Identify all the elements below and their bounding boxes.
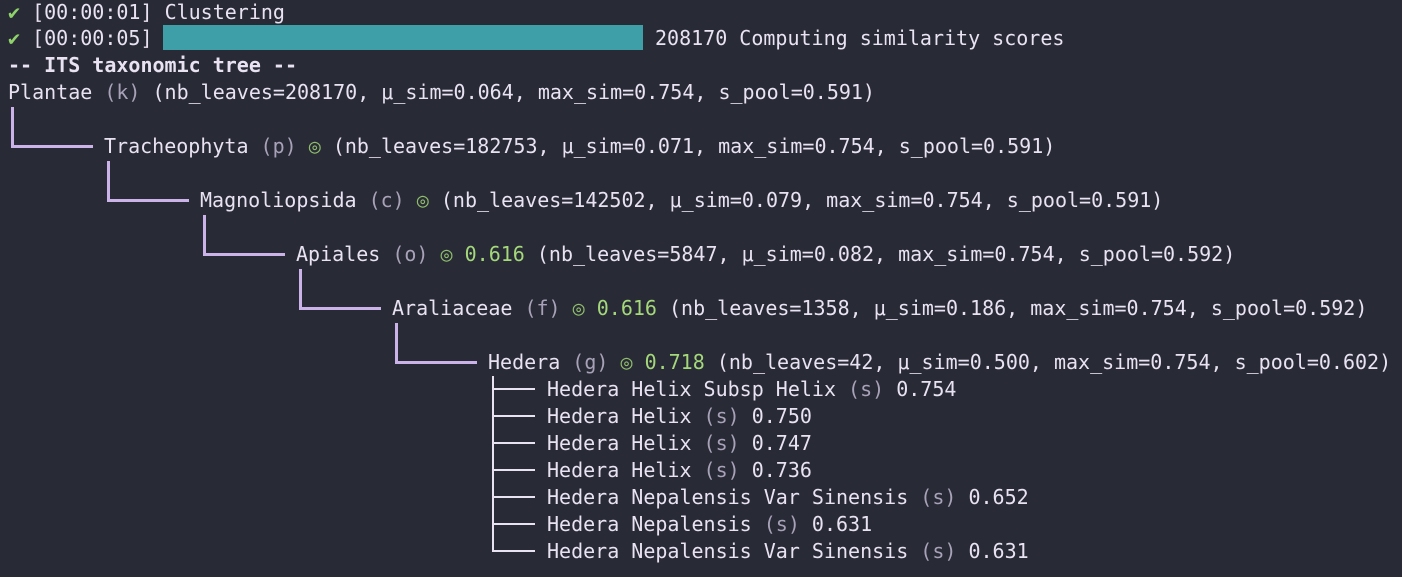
node-rank: (o) [392, 242, 429, 266]
leaf-item: Hedera Nepalensis (s) 0.631 [547, 512, 872, 536]
node-name: Apiales [296, 242, 381, 266]
node-name: Tracheophyta [104, 134, 249, 158]
tree-node: Apiales (o) ◎ 0.616 (nb_leaves=5847, μ_s… [296, 242, 1235, 266]
leaf-rank: (s) [703, 431, 740, 455]
leaf-score: 0.652 [968, 485, 1029, 509]
check-icon: ✔ [8, 26, 21, 50]
log-line: ✔ [00:00:05] [8, 26, 153, 50]
leaf-name: Hedera Nepalensis [547, 512, 752, 536]
progress-bar [163, 25, 643, 50]
node-rank: (c) [368, 188, 405, 212]
node-rank: (p) [260, 134, 297, 158]
leaf-branch [492, 469, 535, 471]
tree-node: Araliaceae (f) ◎ 0.616 (nb_leaves=1358, … [392, 296, 1367, 320]
leaf-branch [492, 496, 535, 498]
tree-connector [203, 215, 285, 256]
target-icon: ◎ [416, 188, 429, 212]
progress-bar-fill [163, 25, 643, 50]
tree-connector [299, 269, 381, 310]
tree-title: -- ITS taxonomic tree -- [8, 53, 297, 77]
leaf-rank: (s) [920, 539, 957, 563]
terminal: ✔ [00:00:01] Clustering ✔ [00:00:05] 208… [0, 0, 1402, 577]
leaf-branch [492, 523, 535, 525]
node-name: Plantae [8, 80, 93, 104]
leaf-score: 0.747 [751, 431, 812, 455]
leaf-score: 0.750 [751, 404, 812, 428]
target-icon: ◎ [572, 296, 585, 320]
node-stats: (nb_leaves=1358, μ_sim=0.186, max_sim=0.… [669, 296, 1368, 320]
leaf-name: Hedera Nepalensis Var Sinensis [547, 539, 909, 563]
tree-node: Plantae (k) (nb_leaves=208170, μ_sim=0.0… [8, 80, 875, 104]
leaf-score: 0.754 [896, 377, 957, 401]
log-line-suffix: 208170 Computing similarity scores [655, 26, 1064, 50]
node-rank: (k) [104, 80, 141, 104]
leaf-item: Hedera Helix (s) 0.747 [547, 431, 812, 455]
leaf-name: Hedera Helix [547, 404, 692, 428]
node-stats: (nb_leaves=42, μ_sim=0.500, max_sim=0.75… [716, 350, 1392, 374]
leaf-item: Hedera Helix Subsp Helix (s) 0.754 [547, 377, 956, 401]
leaf-branch [492, 388, 535, 390]
check-icon: ✔ [8, 0, 21, 24]
node-name: Araliaceae [392, 296, 513, 320]
log-time: [00:00:01] [32, 0, 153, 24]
log-time: [00:00:05] [32, 26, 153, 50]
tree-node: Hedera (g) ◎ 0.718 (nb_leaves=42, μ_sim=… [488, 350, 1391, 374]
leaf-score: 0.736 [751, 458, 812, 482]
node-rank: (f) [524, 296, 561, 320]
log-message: Computing similarity scores [739, 26, 1065, 50]
leaf-item: Hedera Helix (s) 0.750 [547, 404, 812, 428]
node-name: Hedera [488, 350, 561, 374]
progress-count: 208170 [655, 26, 728, 50]
node-score: 0.616 [464, 242, 525, 266]
log-line: ✔ [00:00:01] Clustering [8, 0, 285, 24]
leaf-item: Hedera Nepalensis Var Sinensis (s) 0.631 [547, 539, 1029, 563]
log-message: Clustering [164, 0, 285, 24]
target-icon: ◎ [440, 242, 453, 266]
leaf-rank: (s) [703, 404, 740, 428]
node-stats: (nb_leaves=208170, μ_sim=0.064, max_sim=… [152, 80, 875, 104]
leaf-name: Hedera Helix Subsp Helix [547, 377, 836, 401]
leaf-branch [492, 415, 535, 417]
leaf-item: Hedera Helix (s) 0.736 [547, 458, 812, 482]
node-name: Magnoliopsida [200, 188, 357, 212]
leaf-branch [492, 442, 535, 444]
tree-connector [107, 161, 189, 202]
leaf-rank: (s) [763, 512, 800, 536]
tree-connector [11, 107, 93, 148]
node-score: 0.616 [596, 296, 657, 320]
node-rank: (g) [572, 350, 609, 374]
leaf-rank: (s) [848, 377, 885, 401]
node-stats: (nb_leaves=182753, μ_sim=0.071, max_sim=… [332, 134, 1056, 158]
leaf-name: Hedera Helix [547, 458, 692, 482]
leaf-score: 0.631 [968, 539, 1029, 563]
node-stats: (nb_leaves=5847, μ_sim=0.082, max_sim=0.… [536, 242, 1236, 266]
leaf-branch [492, 550, 535, 552]
leaf-rank: (s) [703, 458, 740, 482]
target-icon: ◎ [308, 134, 321, 158]
tree-node: Tracheophyta (p) ◎ (nb_leaves=182753, μ_… [104, 134, 1055, 158]
tree-connector [395, 323, 477, 364]
node-stats: (nb_leaves=142502, μ_sim=0.079, max_sim=… [440, 188, 1164, 212]
tree-node: Magnoliopsida (c) ◎ (nb_leaves=142502, μ… [200, 188, 1163, 212]
leaf-item: Hedera Nepalensis Var Sinensis (s) 0.652 [547, 485, 1029, 509]
leaf-score: 0.631 [811, 512, 873, 536]
leaf-name: Hedera Helix [547, 431, 692, 455]
leaf-name: Hedera Nepalensis Var Sinensis [547, 485, 909, 509]
leaf-rank: (s) [920, 485, 957, 509]
target-icon: ◎ [620, 350, 633, 374]
node-score: 0.718 [644, 350, 705, 374]
